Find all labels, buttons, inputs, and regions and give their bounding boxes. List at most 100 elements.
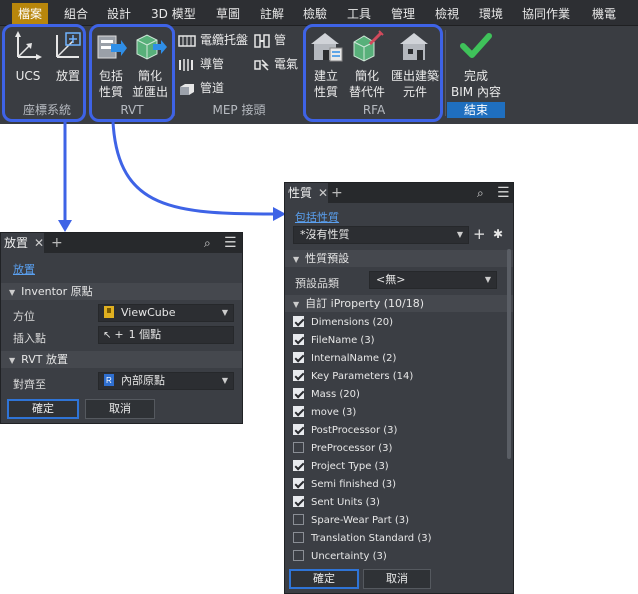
simplify-export-button[interactable]: 簡化 並匯出 xyxy=(130,30,170,102)
cable-tray-label: 電纜托盤 xyxy=(200,33,249,47)
checkbox[interactable] xyxy=(293,316,304,327)
iproperty-row[interactable]: move (3) xyxy=(293,405,356,421)
group-label-coord: 座標系統 xyxy=(22,103,71,117)
place-ok-button[interactable]: 確定 xyxy=(7,399,79,419)
include-properties-button[interactable]: 包括 性質 xyxy=(92,30,130,102)
iproperty-row[interactable]: Key Parameters (14) xyxy=(293,369,413,385)
menu-icon[interactable]: ☰ xyxy=(224,235,237,251)
iproperty-row[interactable]: InternalName (2) xyxy=(293,351,396,367)
checkbox[interactable] xyxy=(293,370,304,381)
scrollbar[interactable] xyxy=(507,249,511,459)
menu-icon[interactable]: ☰ xyxy=(497,185,510,201)
section-property-preset[interactable]: ▼ 性質預設 xyxy=(285,250,513,267)
iproperty-row[interactable]: Semi finished (3) xyxy=(293,477,396,493)
place-cancel-button[interactable]: 取消 xyxy=(85,399,155,419)
iproperty-row[interactable]: Dimensions (20) xyxy=(293,315,393,331)
checkbox[interactable] xyxy=(293,388,304,399)
tab-manage[interactable]: 管理 xyxy=(391,4,415,24)
checkbox[interactable] xyxy=(293,424,304,435)
ribbon-separator xyxy=(90,30,91,116)
tab-design[interactable]: 設計 xyxy=(107,4,131,24)
conduit-button[interactable]: 導管 xyxy=(178,55,224,73)
preset-category-dropdown[interactable]: <無> ▼ xyxy=(369,271,497,289)
duct-button[interactable]: 管道 xyxy=(178,79,224,97)
place-panel-tab[interactable]: 放置 ✕ xyxy=(1,233,45,253)
search-icon[interactable]: ⌕ xyxy=(204,235,211,251)
revit-icon: R xyxy=(104,374,114,386)
tab-view[interactable]: 檢視 xyxy=(435,4,459,24)
section-rvt-placement-label: RVT 放置 xyxy=(21,353,68,366)
close-icon[interactable]: ✕ xyxy=(318,186,328,200)
place-panel-tabbar: 放置 ✕ + ⌕ ☰ xyxy=(1,233,242,253)
create-properties-button[interactable]: 建立 性質 xyxy=(306,30,346,102)
close-icon[interactable]: ✕ xyxy=(34,236,44,250)
insert-point-field[interactable]: ↖ +1 個點 xyxy=(98,326,234,344)
section-custom-iproperty[interactable]: ▼ 自訂 iProperty (10/18) xyxy=(285,295,513,312)
iproperty-row[interactable]: Mass (20) xyxy=(293,387,360,403)
checkbox[interactable] xyxy=(293,514,304,525)
electrical-button[interactable]: 電氣 xyxy=(254,55,298,73)
iproperty-row[interactable]: Spare-Wear Part (3) xyxy=(293,513,409,529)
section-rvt-placement[interactable]: ▼ RVT 放置 xyxy=(1,351,242,368)
iproperty-row[interactable]: Sent Units (3) xyxy=(293,495,380,511)
tab-tools[interactable]: 工具 xyxy=(347,4,371,24)
gear-icon[interactable]: ✱ xyxy=(493,227,503,241)
iproperty-row[interactable]: Translation Standard (3) xyxy=(293,531,432,547)
checkbox[interactable] xyxy=(293,352,304,363)
checkbox[interactable] xyxy=(293,460,304,471)
add-tab-icon[interactable]: + xyxy=(51,233,63,253)
property-filter-dropdown[interactable]: *沒有性質 ▼ xyxy=(293,226,469,244)
simplify-substitute-button[interactable]: 簡化 替代件 xyxy=(346,30,388,102)
ucs-button[interactable]: UCS xyxy=(8,30,48,102)
add-tab-icon[interactable]: + xyxy=(331,183,343,203)
orientation-value: ViewCube xyxy=(121,306,176,319)
properties-ok-button[interactable]: 確定 xyxy=(289,569,359,589)
pipe-button[interactable]: 管 xyxy=(254,31,286,49)
tab-inspect[interactable]: 檢驗 xyxy=(303,4,327,24)
checkbox[interactable] xyxy=(293,406,304,417)
iproperty-row[interactable]: PreProcessor (3) xyxy=(293,441,392,457)
orientation-label: 方位 xyxy=(13,310,35,323)
tab-3d-model[interactable]: 3D 模型 xyxy=(151,4,196,24)
iproperty-row[interactable]: FileName (3) xyxy=(293,333,375,349)
tab-environment[interactable]: 環境 xyxy=(479,4,503,24)
iproperty-row[interactable]: Uncertainty (3) xyxy=(293,549,387,565)
place-panel-tab-label: 放置 xyxy=(4,236,29,250)
iproperty-row[interactable]: Project Type (3) xyxy=(293,459,389,475)
tab-annotate[interactable]: 註解 xyxy=(260,4,284,24)
cable-tray-button[interactable]: 電纜托盤 xyxy=(178,31,248,49)
checkbox[interactable] xyxy=(293,550,304,561)
tab-file[interactable]: 檔案 xyxy=(12,3,49,25)
tab-collaborate[interactable]: 協同作業 xyxy=(522,4,570,24)
align-to-dropdown[interactable]: R 內部原點 ▼ xyxy=(98,372,234,390)
place-link[interactable]: 放置 xyxy=(13,261,35,277)
checkbox[interactable] xyxy=(293,532,304,543)
preset-category-value: <無> xyxy=(376,273,406,286)
properties-panel-tab[interactable]: 性質 ✕ xyxy=(285,183,329,203)
checkbox[interactable] xyxy=(293,442,304,453)
tab-sketch[interactable]: 草圖 xyxy=(216,4,240,24)
tab-assemble[interactable]: 組合 xyxy=(64,4,88,24)
iproperty-row[interactable]: PostProcessor (3) xyxy=(293,423,397,439)
section-inventor-origin[interactable]: ▼ Inventor 原點 xyxy=(1,283,242,300)
properties-cancel-button[interactable]: 取消 xyxy=(363,569,431,589)
align-to-value: 內部原點 xyxy=(121,374,165,387)
orientation-dropdown[interactable]: ViewCube ▼ xyxy=(98,304,234,322)
finish-bim-button[interactable]: 完成 BIM 內容 xyxy=(446,30,506,102)
iproperty-label: Uncertainty (3) xyxy=(311,551,387,562)
viewcube-icon xyxy=(104,306,114,318)
simplify-substitute-label: 簡化 替代件 xyxy=(348,69,385,99)
checkbox[interactable] xyxy=(293,334,304,345)
tab-electromechanical[interactable]: 機電 xyxy=(592,4,616,24)
place-button[interactable]: 放置 xyxy=(48,30,88,102)
include-properties-link[interactable]: 包括性質 xyxy=(295,209,339,225)
chevron-down-icon: ▼ xyxy=(221,308,228,317)
ribbon-tabbar: 檔案 組合 設計 3D 模型 草圖 註解 檢驗 工具 管理 檢視 環境 協同作業… xyxy=(0,0,638,26)
add-icon[interactable]: + xyxy=(473,225,486,243)
collapse-triangle-icon: ▼ xyxy=(293,255,300,264)
export-building-component-label: 匯出建築 元件 xyxy=(390,69,439,99)
checkbox[interactable] xyxy=(293,496,304,507)
export-building-component-button[interactable]: 匯出建築 元件 xyxy=(388,30,442,102)
checkbox[interactable] xyxy=(293,478,304,489)
search-icon[interactable]: ⌕ xyxy=(477,185,484,201)
